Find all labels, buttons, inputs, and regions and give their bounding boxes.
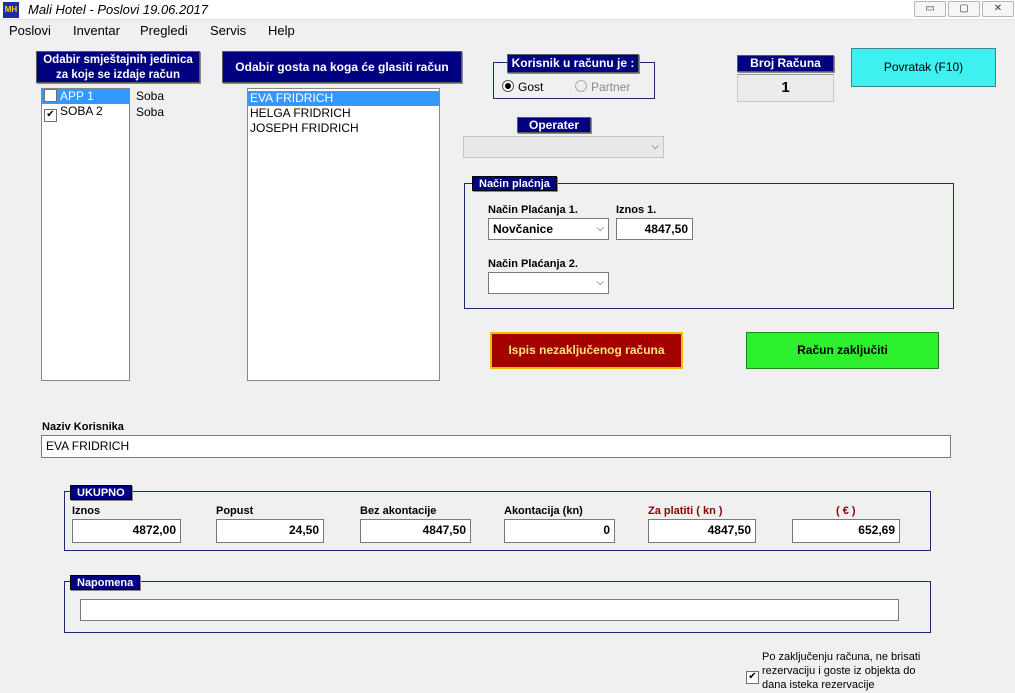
guests-panel-header: Odabir gosta na koga će glasiti račun [222, 51, 462, 83]
method2-label: Način Plaćanja 2. [488, 258, 578, 270]
unit-type-label: Soba [136, 89, 165, 103]
method1-select[interactable]: Novčanice ⌵ [488, 218, 609, 240]
keep-reservation-line3: dana isteka rezervacije [762, 679, 875, 691]
maximize-icon: ▢ [959, 3, 969, 14]
radio-label: Partner [591, 80, 631, 94]
customer-name-label: Naziv Korisnika [42, 421, 124, 433]
total-amount-value: 4872,00 [72, 519, 181, 543]
without-advance-value: 4847,50 [360, 519, 471, 543]
close-icon: ✕ [993, 3, 1003, 14]
list-item[interactable]: ✔ SOBA 2 [42, 104, 129, 122]
without-advance-label: Bez akontacije [360, 505, 437, 517]
list-item[interactable]: JOSEPH FRIDRICH [248, 121, 439, 136]
total-amount-label: Iznos [72, 505, 101, 517]
chevron-down-icon: ⌵ [596, 277, 604, 288]
title-bar: MH Mali Hotel - Poslovi 19.06.2017 ▭ ▢ ✕ [0, 0, 1015, 20]
customer-name-input[interactable]: EVA FRIDRICH [41, 435, 951, 458]
unit-label: SOBA 2 [60, 104, 103, 118]
back-button[interactable]: Povratak (F10) [851, 48, 996, 87]
to-pay-kn-value: 4847,50 [648, 519, 756, 543]
checkbox[interactable]: ✔ [44, 109, 57, 122]
note-input[interactable] [80, 599, 899, 621]
method2-select[interactable]: ⌵ [488, 272, 609, 294]
chevron-down-icon: ⌵ [651, 141, 659, 152]
discount-value: 24,50 [216, 519, 324, 543]
unit-label: APP 1 [60, 89, 94, 103]
advance-value: 0 [504, 519, 615, 543]
close-invoice-button[interactable]: Račun zaključiti [746, 332, 939, 369]
note-header: Napomena [70, 575, 141, 590]
close-button[interactable]: ✕ [982, 1, 1014, 17]
payment-header: Način plaćnja [472, 176, 557, 191]
keep-reservation-checkbox[interactable]: ✔ [746, 666, 762, 684]
menu-help[interactable]: Help [268, 23, 295, 38]
advance-label: Akontacija (kn) [504, 505, 583, 517]
radio-label: Gost [518, 80, 544, 94]
maximize-button[interactable]: ▢ [948, 1, 980, 17]
list-item[interactable]: EVA FRIDRICH [248, 91, 439, 106]
minimize-button[interactable]: ▭ [914, 1, 946, 17]
keep-reservation-line2: rezervaciju i goste iz objekta do [762, 665, 916, 677]
operater-select[interactable]: ⌵ [463, 136, 664, 158]
menu-pregledi[interactable]: Pregledi [140, 23, 188, 38]
invoice-number-header: Broj Računa [737, 55, 834, 72]
app-logo-icon: MH [3, 2, 19, 18]
radio-partner[interactable]: Partner [575, 80, 630, 94]
invoice-number-value: 1 [737, 74, 834, 102]
units-panel-header: Odabir smještajnih jedinica za koje se i… [36, 51, 200, 83]
to-pay-eur-value: 652,69 [792, 519, 900, 543]
operater-header: Operater [517, 117, 591, 133]
to-pay-eur-label: ( € ) [836, 505, 856, 517]
list-item[interactable]: APP 1 [42, 89, 129, 104]
window-title: Mali Hotel - Poslovi 19.06.2017 [28, 2, 208, 17]
radio-button[interactable] [575, 80, 587, 92]
units-header-line2: za koje se izdaje račun [55, 69, 180, 81]
radio-button[interactable] [502, 80, 514, 92]
method1-label: Način Plaćanja 1. [488, 204, 578, 216]
guests-list[interactable]: EVA FRIDRICH HELGA FRIDRICH JOSEPH FRIDR… [247, 88, 440, 381]
unit-type-label: Soba [136, 105, 165, 119]
print-unclosed-button[interactable]: Ispis nezaključenog računa [490, 332, 683, 369]
method1-value: Novčanice [493, 222, 554, 236]
keep-reservation-line1: Po zaključenju računa, ne brisati [762, 651, 921, 663]
back-button-label: Povratak (F10) [883, 60, 964, 74]
amount1-label: Iznos 1. [616, 204, 657, 216]
amount1-input[interactable]: 4847,50 [616, 218, 693, 240]
units-header-line1: Odabir smještajnih jedinica [43, 54, 193, 66]
radio-gost[interactable]: Gost [502, 80, 543, 94]
discount-label: Popust [216, 505, 254, 517]
minimize-icon: ▭ [925, 3, 935, 14]
menu-poslovi[interactable]: Poslovi [9, 23, 51, 38]
checkbox[interactable] [44, 89, 57, 102]
user-type-header: Korisnik u računu je : [507, 54, 639, 73]
keep-reservation-label: Po zaključenju računa, ne brisati rezerv… [762, 650, 920, 692]
to-pay-kn-label: Za platiti ( kn ) [648, 505, 723, 517]
menu-servis[interactable]: Servis [210, 23, 246, 38]
checkbox[interactable]: ✔ [746, 671, 759, 684]
menu-inventar[interactable]: Inventar [73, 23, 120, 38]
list-item[interactable]: HELGA FRIDRICH [248, 106, 439, 121]
totals-header: UKUPNO [70, 485, 132, 500]
chevron-down-icon: ⌵ [596, 223, 604, 234]
units-list[interactable]: APP 1 ✔ SOBA 2 [41, 88, 130, 381]
